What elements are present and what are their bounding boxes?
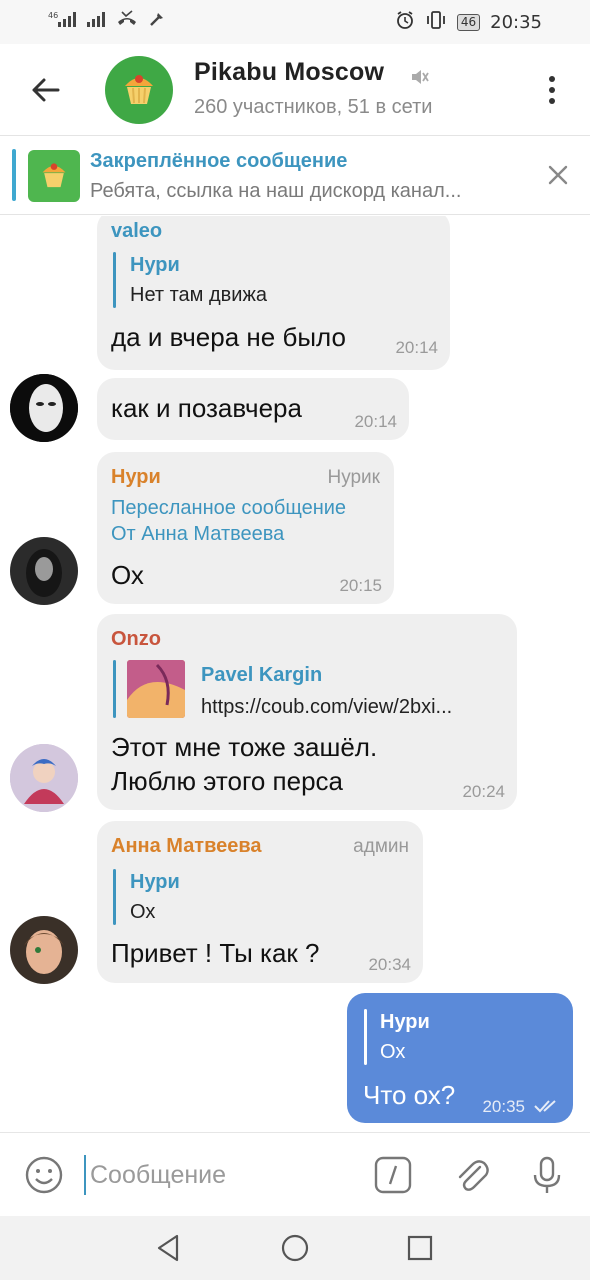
composer-bar: Сообщение [0, 1132, 590, 1216]
status-right: 46 20:35 [395, 10, 542, 35]
quote-author: Pavel Kargin [201, 664, 323, 686]
message-bubble[interactable]: Анна Матвеева админ Нури Ох Привет ! Ты … [97, 821, 423, 983]
message-time: 20:15 [339, 576, 382, 595]
emoji-icon[interactable] [24, 1155, 64, 1195]
svg-text:46: 46 [48, 11, 58, 20]
vibrate-icon [425, 10, 447, 35]
quote-author: Нури [130, 254, 180, 276]
battery-indicator: 46 [456, 14, 481, 31]
quote-text: Ох [130, 901, 156, 923]
message-bubble[interactable]: как и позавчера 20:14 [97, 378, 409, 440]
mute-icon [408, 66, 430, 92]
link-preview-thumbnail[interactable] [127, 660, 185, 718]
alarm-icon [395, 10, 415, 35]
message-author[interactable]: Анна Матвеева [111, 835, 262, 858]
message-author[interactable]: Onzo [111, 628, 161, 651]
signal-icon: 46 [48, 10, 76, 32]
avatar[interactable] [10, 537, 78, 605]
close-icon[interactable] [546, 163, 570, 187]
more-vert-icon[interactable] [540, 72, 564, 108]
system-nav-bar [0, 1216, 590, 1280]
nav-home-icon[interactable] [279, 1232, 311, 1264]
pinned-message[interactable]: Закреплённое сообщение Ребята, ссылка на… [0, 137, 590, 215]
quote-text: Ох [380, 1041, 406, 1063]
pinned-text: Ребята, ссылка на наш дискорд канал... [90, 180, 462, 202]
member-title: Нурик [327, 467, 380, 488]
message-text: Что ох? [363, 1080, 456, 1110]
avatar[interactable] [10, 744, 78, 812]
status-bar: 46 46 20:35 [0, 0, 590, 44]
double-check-icon [533, 1097, 561, 1120]
message-list[interactable]: valeo Нури Нет там движа да и вчера не б… [0, 216, 590, 1132]
pinned-title: Закреплённое сообщение [90, 150, 348, 172]
cupcake-icon [36, 156, 72, 196]
chat-subtitle: 260 участников, 51 в сети [194, 96, 433, 118]
link-preview-url[interactable]: https://coub.com/view/2bxi... [201, 696, 452, 719]
message-bubble[interactable]: valeo Нури Нет там движа да и вчера не б… [97, 216, 450, 370]
member-title: админ [353, 836, 409, 857]
mic-icon[interactable] [527, 1155, 567, 1195]
message-time: 20:14 [395, 338, 438, 357]
message-text: Привет ! Ты как ? [111, 938, 320, 968]
forwarded-label: Пересланное сообщение [111, 497, 347, 519]
message-bubble[interactable]: Onzo Pavel Kargin https://coub.com/view/… [97, 614, 517, 810]
quote-bar [113, 660, 116, 718]
forwarded-from[interactable]: От Анна Матвеева [111, 521, 284, 547]
command-icon[interactable] [373, 1155, 413, 1195]
group-avatar[interactable] [105, 56, 173, 124]
message-text-line: Этот мне тоже зашёл. [111, 732, 378, 762]
message-text: как и позавчера [111, 393, 302, 423]
pinned-thumbnail [28, 150, 80, 202]
message-text: Ох [111, 560, 144, 590]
avatar[interactable] [10, 374, 78, 442]
tool-icon [148, 10, 166, 32]
attach-icon[interactable] [452, 1155, 492, 1195]
quote-text: Нет там движа [130, 284, 267, 306]
message-time: 20:35 [482, 1097, 525, 1116]
message-text-line: Люблю этого перса [111, 766, 344, 796]
quote-author: Нури [380, 1011, 430, 1033]
message-time: 20:34 [368, 955, 411, 974]
nav-back-icon[interactable] [153, 1232, 185, 1264]
message-author[interactable]: valeo [111, 220, 162, 243]
chat-title[interactable]: Pikabu Moscow [194, 58, 384, 87]
message-author[interactable]: Нури [111, 466, 161, 489]
status-left: 46 [48, 10, 166, 32]
cupcake-icon [117, 66, 161, 114]
signal-2-icon [86, 10, 106, 32]
outgoing-message-bubble[interactable]: Нури Ох Что ох? 20:35 [347, 993, 573, 1123]
message-text: да и вчера не было [111, 322, 346, 352]
message-time: 20:24 [462, 782, 505, 801]
quote-bar [113, 252, 116, 308]
pinned-accent-bar [12, 149, 16, 201]
quote-author: Нури [130, 871, 180, 893]
quote-bar [113, 869, 116, 925]
status-time: 20:35 [490, 12, 542, 33]
message-time: 20:14 [354, 412, 397, 431]
back-arrow-icon[interactable] [28, 72, 64, 108]
missed-call-icon [116, 10, 138, 32]
nav-recents-icon[interactable] [404, 1232, 436, 1264]
message-input[interactable]: Сообщение [84, 1155, 354, 1195]
message-bubble[interactable]: Нури Нурик Пересланное сообщение От Анна… [97, 452, 394, 604]
quote-bar [364, 1009, 367, 1065]
chat-header: Pikabu Moscow 260 участников, 51 в сети [0, 44, 590, 136]
avatar[interactable] [10, 916, 78, 984]
